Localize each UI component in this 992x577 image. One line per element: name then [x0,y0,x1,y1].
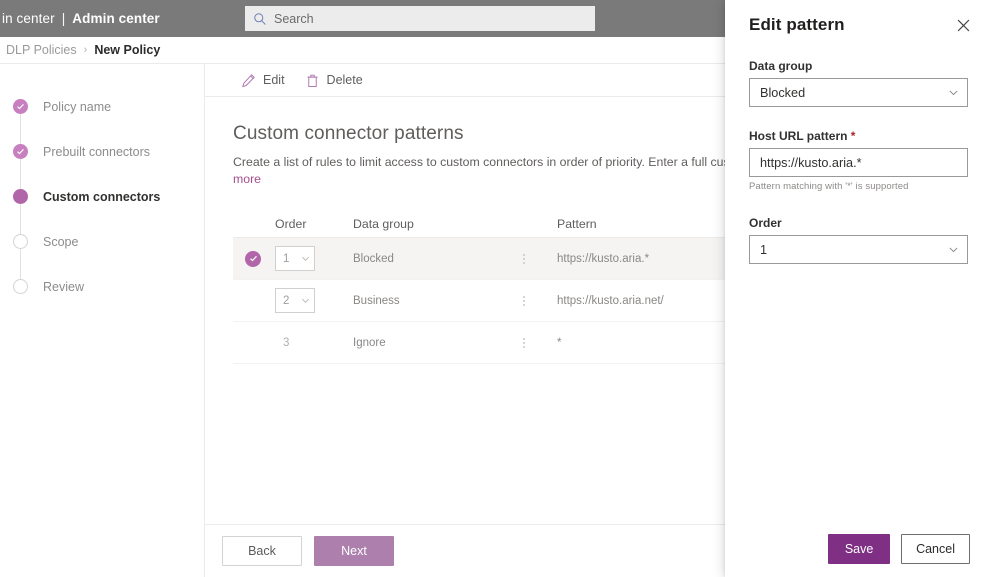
order-field: Order 1 [749,216,968,264]
wizard-sidebar: Policy name Prebuilt connectors Custom c… [0,64,205,577]
row-data-group-cell: Business [353,294,400,307]
wizard-step-prebuilt-connectors[interactable]: Prebuilt connectors [0,129,204,174]
wizard-step-list: Policy name Prebuilt connectors Custom c… [0,84,204,309]
host-url-input[interactable]: https://kusto.aria.* [749,148,968,177]
data-group-label: Data group [749,59,813,73]
column-resize-handle[interactable] [515,293,533,309]
cancel-button[interactable]: Cancel [901,533,970,564]
panel-body: Data group Blocked Host URL pattern * ht… [725,50,992,264]
grip-dots-icon [523,251,525,267]
column-header-data-group: Data group [353,216,414,231]
delete-button[interactable]: Delete [297,64,371,97]
order-value: 1 [760,242,768,257]
panel-header: Edit pattern [725,0,992,50]
order-dropdown[interactable]: 1 [275,246,315,271]
step-empty-icon [13,279,28,294]
step-current-icon [13,189,28,204]
edit-button[interactable]: Edit [233,64,293,97]
search-input[interactable]: Search [245,6,595,31]
search-icon [254,12,266,25]
grip-dots-icon [523,335,525,351]
wizard-step-label: Policy name [43,99,112,114]
panel-title: Edit pattern [749,15,845,34]
chevron-down-icon [949,247,958,253]
column-header-order: Order [275,216,307,231]
order-dropdown-value: 2 [283,294,290,307]
data-group-dropdown[interactable]: Blocked [749,78,968,107]
wizard-step-scope[interactable]: Scope [0,219,204,264]
order-dropdown-panel[interactable]: 1 [749,235,968,264]
trash-icon [306,74,318,87]
data-group-field: Data group Blocked [749,59,968,107]
step-empty-icon [13,234,28,249]
column-resize-handle[interactable] [515,251,533,267]
panel-footer: Save Cancel [725,520,992,577]
host-url-label-text: Host URL pattern [749,129,848,143]
wizard-step-review[interactable]: Review [0,264,204,309]
breadcrumb-item-new-policy: New Policy [94,43,161,57]
host-url-field: Host URL pattern * https://kusto.aria.* … [749,129,968,192]
chevron-down-icon [949,90,958,96]
app-name: Admin center [72,11,160,26]
delete-button-label: Delete [326,73,363,87]
order-label: Order [749,216,782,230]
chevron-down-icon [302,256,309,261]
row-selected-check-icon [245,250,261,267]
step-check-icon [13,144,28,159]
host-url-hint: Pattern matching with '*' is supported [749,181,909,192]
edit-pattern-panel: Edit pattern Data group Blocked Host URL… [725,0,992,577]
suite-prefix: in center [2,11,55,26]
wizard-step-label: Custom connectors [43,189,161,204]
order-dropdown[interactable]: 2 [275,288,315,313]
search-placeholder: Search [274,11,314,26]
order-dropdown-value: 1 [283,252,290,265]
edit-button-label: Edit [263,73,285,87]
column-resize-handle[interactable] [515,335,533,351]
host-url-value: https://kusto.aria.* [760,155,862,170]
host-url-label: Host URL pattern * [749,129,968,143]
row-data-group-cell: Blocked [353,252,394,265]
wizard-step-policy-name[interactable]: Policy name [0,84,204,129]
row-order-cell: 1 [275,246,353,271]
back-button[interactable]: Back [222,536,302,566]
close-x-icon [957,19,969,31]
next-button[interactable]: Next [314,536,394,566]
wizard-step-custom-connectors[interactable]: Custom connectors [0,174,204,219]
save-button[interactable]: Save [828,533,891,564]
row-order-cell: 3 [283,336,290,349]
step-check-icon [13,99,28,114]
row-order-cell: 2 [275,288,353,313]
grip-dots-icon [523,293,525,309]
wizard-step-label: Scope [43,234,79,249]
breadcrumb-item-dlp-policies[interactable]: DLP Policies [6,43,77,57]
close-icon[interactable] [950,12,976,38]
wizard-step-label: Review [43,279,84,294]
row-select-cell[interactable] [233,250,275,267]
required-asterisk: * [850,129,856,143]
app-root: in center | Admin center Search DLP Polici… [0,0,992,577]
row-data-group-cell: Ignore [353,336,386,349]
pencil-icon [242,73,255,87]
suite-separator: | [61,11,66,26]
learn-more-link[interactable]: more [233,172,261,186]
data-group-value: Blocked [760,85,806,100]
suite-title: in center | Admin center [0,11,160,26]
chevron-down-icon [302,298,309,303]
wizard-step-label: Prebuilt connectors [43,144,151,159]
breadcrumb-separator-icon: › [83,44,88,56]
